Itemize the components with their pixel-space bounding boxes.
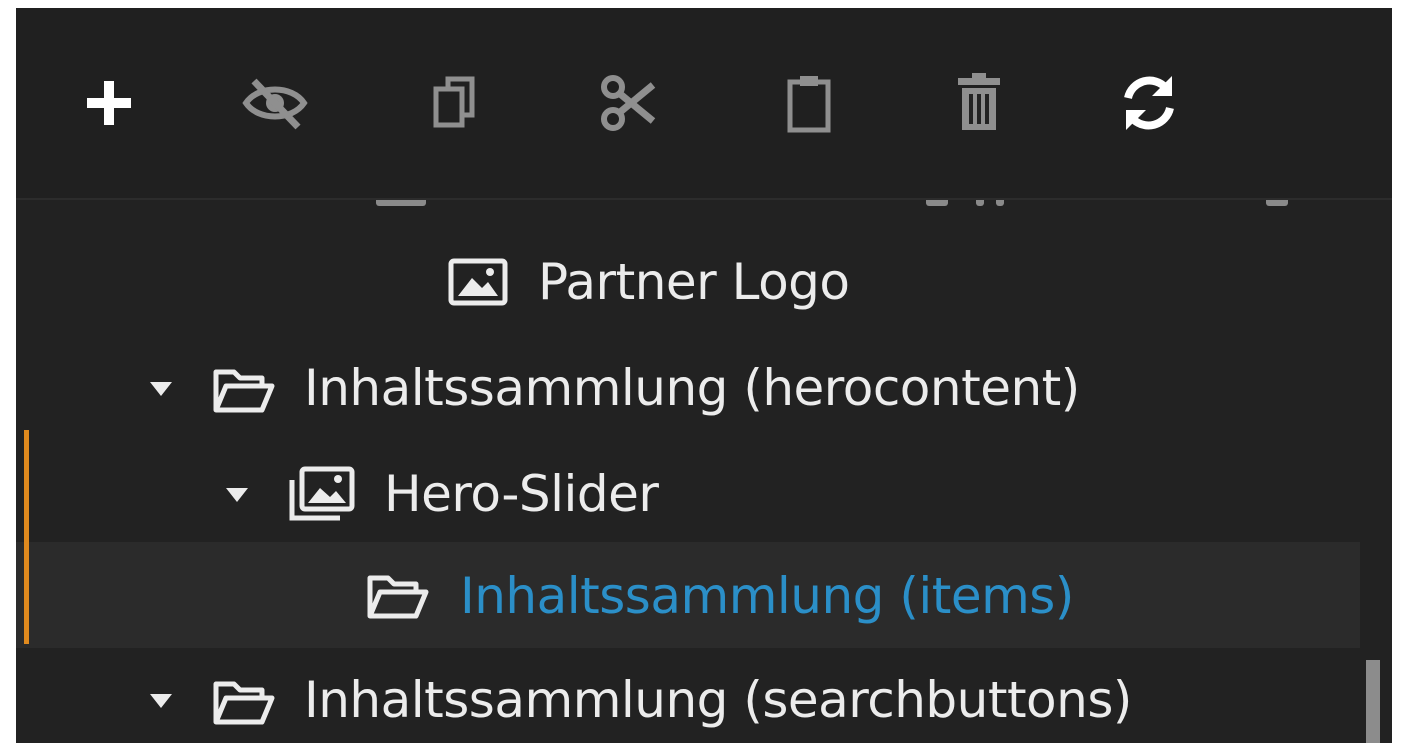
folder-open-icon — [213, 681, 275, 725]
cut-button[interactable] — [592, 66, 666, 140]
tree-item-label: Hero-Slider — [384, 465, 659, 523]
partial-row — [16, 200, 1392, 214]
eye-slash-icon — [242, 78, 308, 130]
tree-item-label: Inhaltssammlung (searchbuttons) — [304, 671, 1132, 729]
delete-button[interactable] — [942, 66, 1016, 140]
scissors-icon — [601, 75, 656, 131]
tree-item-label: Inhaltssammlung (herocontent) — [304, 359, 1080, 417]
add-button[interactable] — [72, 66, 146, 140]
images-icon — [289, 466, 355, 521]
plus-icon — [87, 81, 131, 125]
tree-item-herocontent[interactable]: Inhaltssammlung (herocontent) — [16, 336, 1360, 442]
tree-item-label: Partner Logo — [538, 253, 850, 311]
tree-item-searchbuttons[interactable]: Inhaltssammlung (searchbuttons) — [16, 648, 1360, 743]
clipboard-icon — [787, 76, 831, 133]
refresh-button[interactable] — [1112, 66, 1186, 140]
toolbar — [16, 8, 1392, 200]
tree-item-hero-slider[interactable]: Hero-Slider — [16, 442, 1360, 548]
hide-button[interactable] — [238, 66, 312, 140]
tree-panel: Partner Logo Inhaltssammlung (heroconten… — [16, 8, 1392, 743]
trash-icon — [958, 73, 1000, 130]
folder-open-icon — [367, 575, 429, 619]
tree-item-label: Inhaltssammlung (items) — [460, 567, 1074, 625]
caret-down-icon[interactable] — [150, 382, 172, 396]
folder-open-icon — [213, 369, 275, 413]
caret-down-icon[interactable] — [150, 694, 172, 708]
scrollbar[interactable] — [1360, 200, 1392, 743]
content-tree: Partner Logo Inhaltssammlung (heroconten… — [16, 200, 1392, 743]
copy-icon — [433, 76, 475, 128]
scrollbar-thumb[interactable] — [1366, 660, 1380, 743]
refresh-icon — [1124, 76, 1174, 130]
copy-button[interactable] — [418, 66, 492, 140]
caret-down-icon[interactable] — [226, 488, 248, 502]
selection-accent-bar — [24, 430, 29, 644]
paste-button[interactable] — [772, 66, 846, 140]
tree-item-partner-logo[interactable]: Partner Logo — [16, 230, 1360, 336]
tree-item-items[interactable]: Inhaltssammlung (items) — [16, 542, 1360, 648]
image-icon — [448, 258, 508, 306]
